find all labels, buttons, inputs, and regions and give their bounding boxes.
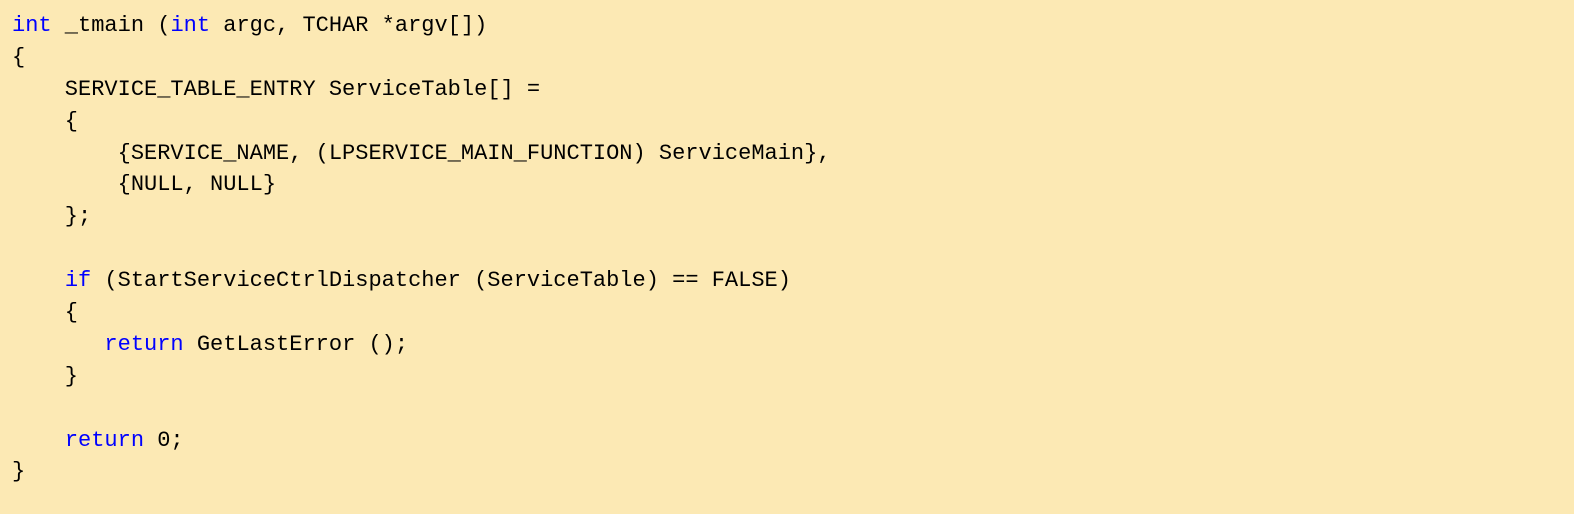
code-line: return GetLastError (); — [12, 329, 1562, 361]
code-text: SERVICE_TABLE_ENTRY ServiceTable[] = — [12, 77, 540, 102]
code-line: {SERVICE_NAME, (LPSERVICE_MAIN_FUNCTION)… — [12, 138, 1562, 170]
code-line: { — [12, 297, 1562, 329]
code-text: argc, TCHAR *argv[]) — [210, 13, 487, 38]
code-line: { — [12, 106, 1562, 138]
code-keyword: int — [12, 13, 52, 38]
code-line: }; — [12, 201, 1562, 233]
code-text: {NULL, NULL} — [12, 172, 276, 197]
code-line: return 0; — [12, 425, 1562, 457]
code-line: if (StartServiceCtrlDispatcher (ServiceT… — [12, 265, 1562, 297]
code-keyword: if — [65, 268, 91, 293]
code-text: } — [12, 364, 78, 389]
code-text — [12, 332, 104, 357]
code-keyword: return — [65, 428, 144, 453]
code-keyword: int — [170, 13, 210, 38]
code-line: } — [12, 456, 1562, 488]
code-text: (StartServiceCtrlDispatcher (ServiceTabl… — [91, 268, 791, 293]
code-text — [12, 428, 65, 453]
code-keyword: return — [104, 332, 183, 357]
code-block: int _tmain (int argc, TCHAR *argv[]) { SE… — [0, 0, 1574, 498]
code-line: {NULL, NULL} — [12, 169, 1562, 201]
code-text: GetLastError (); — [184, 332, 408, 357]
code-text: {SERVICE_NAME, (LPSERVICE_MAIN_FUNCTION)… — [12, 141, 831, 166]
code-text: }; — [12, 204, 91, 229]
code-line: int _tmain (int argc, TCHAR *argv[]) — [12, 10, 1562, 42]
code-text: 0; — [144, 428, 184, 453]
code-line — [12, 393, 1562, 425]
code-text: { — [12, 109, 78, 134]
code-text: { — [12, 45, 25, 70]
code-text — [12, 268, 65, 293]
code-line: SERVICE_TABLE_ENTRY ServiceTable[] = — [12, 74, 1562, 106]
code-text: _tmain ( — [52, 13, 171, 38]
code-text: { — [12, 300, 78, 325]
code-text: } — [12, 459, 25, 484]
code-line: { — [12, 42, 1562, 74]
code-line: } — [12, 361, 1562, 393]
code-line — [12, 233, 1562, 265]
